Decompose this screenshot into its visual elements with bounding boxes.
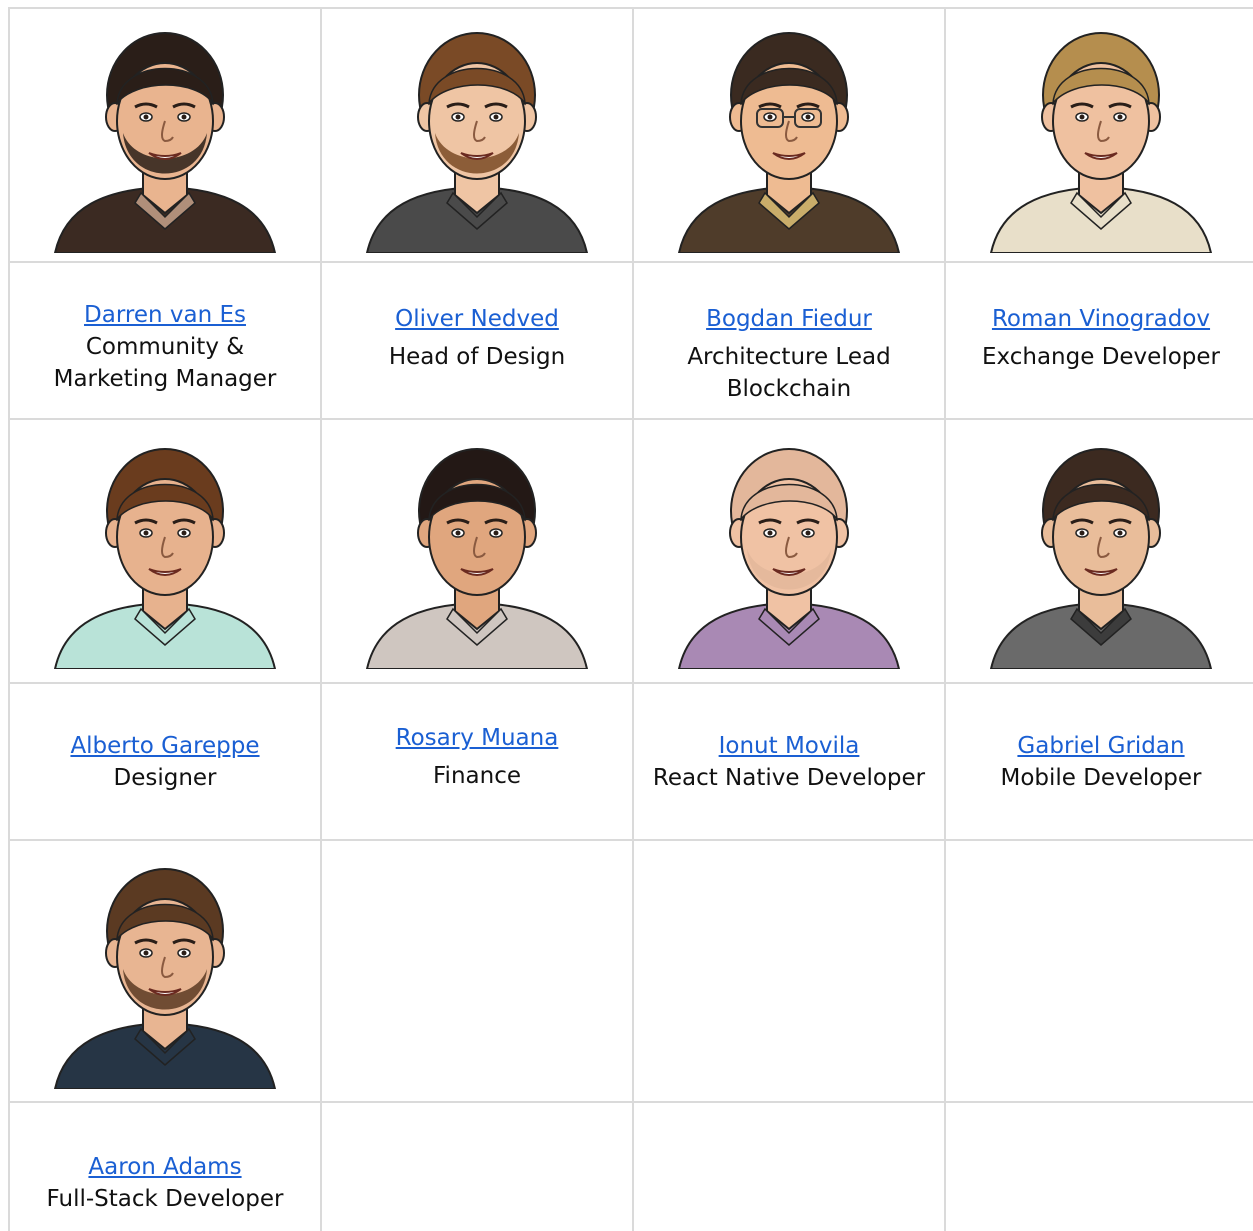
pupil-shape [1117,530,1123,536]
avatar [989,448,1213,669]
avatar-cell [8,7,320,261]
avatar-cell [632,7,944,261]
pupil-shape [181,950,187,956]
empty-cell [320,839,632,1101]
avatar [365,32,589,253]
pupil-shape [805,530,811,536]
pupil-shape [143,950,149,956]
member-name-link[interactable]: Gabriel Gridan [1017,730,1184,762]
member-role: Architecture Lead [687,344,891,370]
info-row: Aaron Adams Full-Stack Developer [8,1101,1253,1231]
member-info: Alberto Gareppe Designer [8,682,320,839]
avatar [677,32,901,253]
avatar [677,448,901,669]
member-role: Designer [113,765,217,791]
member-role: Blockchain [726,376,852,402]
info-row: Alberto Gareppe Designer Rosary Muana Fi… [8,682,1253,839]
empty-cell [944,839,1253,1101]
avatar-cell [944,418,1253,682]
pupil-shape [455,530,461,536]
pupil-shape [493,530,499,536]
member-info: Bogdan Fiedur Architecture Lead Blockcha… [632,261,944,418]
pupil-shape [767,114,773,120]
photo-row [8,7,1253,261]
member-role: Community & [85,333,245,360]
member-name-link[interactable]: Oliver Nedved [395,303,559,335]
team-grid: Darren van Es Community & Marketing Mana… [8,7,1253,1231]
member-info: Aaron Adams Full-Stack Developer [8,1101,320,1231]
avatar-cell [320,418,632,682]
pupil-shape [181,530,187,536]
empty-cell [632,1101,944,1231]
member-name-link[interactable]: Bogdan Fiedur [706,303,872,335]
pupil-shape [1079,530,1085,536]
avatar-cell [944,7,1253,261]
member-role: Exchange Developer [982,344,1220,370]
avatar-cell [8,418,320,682]
avatar [989,32,1213,253]
member-role: Mobile Developer [1000,765,1202,791]
member-role: Finance [433,763,521,789]
member-name-link[interactable]: Aaron Adams [88,1151,241,1183]
pupil-shape [1079,114,1085,120]
member-info: Rosary Muana Finance [320,682,632,839]
pupil-shape [805,114,811,120]
member-role: Marketing Manager [53,365,277,392]
avatar [53,868,277,1089]
member-role: Full-Stack Developer [46,1186,284,1212]
info-row: Darren van Es Community & Marketing Mana… [8,261,1253,418]
empty-cell [632,839,944,1101]
avatar-cell [8,839,320,1101]
pupil-shape [767,530,773,536]
pupil-shape [493,114,499,120]
member-info: Ionut Movila React Native Developer [632,682,944,839]
avatar [53,448,277,669]
pupil-shape [181,114,187,120]
avatar [53,32,277,253]
member-name-link[interactable]: Darren van Es [84,299,246,331]
avatar [365,448,589,669]
photo-row [8,418,1253,682]
avatar-cell [632,418,944,682]
member-info: Gabriel Gridan Mobile Developer [944,682,1253,839]
pupil-shape [143,530,149,536]
pupil-shape [1117,114,1123,120]
pupil-shape [455,114,461,120]
pupil-shape [143,114,149,120]
member-info: Roman Vinogradov Exchange Developer [944,261,1253,418]
empty-cell [944,1101,1253,1231]
photo-row [8,839,1253,1101]
member-name-link[interactable]: Roman Vinogradov [992,303,1210,335]
member-role: React Native Developer [652,765,926,791]
member-name-link[interactable]: Alberto Gareppe [70,730,259,762]
empty-cell [320,1101,632,1231]
member-role: Head of Design [388,344,566,370]
member-info: Darren van Es Community & Marketing Mana… [8,261,320,418]
member-name-link[interactable]: Rosary Muana [396,722,559,754]
member-info: Oliver Nedved Head of Design [320,261,632,418]
avatar-cell [320,7,632,261]
member-name-link[interactable]: Ionut Movila [719,730,860,762]
